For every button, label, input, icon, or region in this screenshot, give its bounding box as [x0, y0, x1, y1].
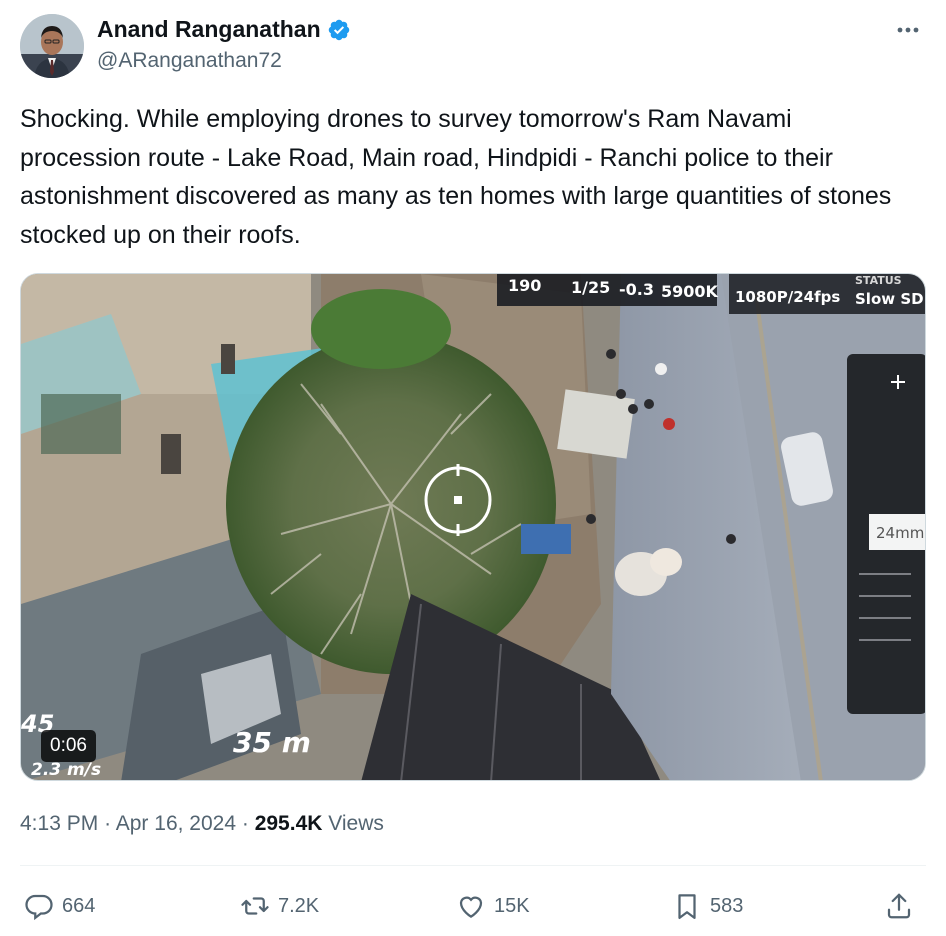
display-name[interactable]: Anand Ranganathan	[97, 16, 321, 43]
hud-status-label: STATUS	[855, 274, 902, 287]
repost-icon	[241, 897, 269, 915]
hud-shutter: 1/25	[571, 278, 611, 297]
share-icon	[887, 893, 911, 919]
meta-separator: ·	[104, 812, 112, 835]
meta-separator: ·	[241, 812, 249, 835]
verified-badge-icon	[328, 19, 349, 40]
repost-button[interactable]: 7.2K	[240, 884, 319, 928]
name-row: Anand Ranganathan	[97, 16, 351, 43]
video-frame	[21, 274, 925, 780]
hud-iso: 190	[508, 276, 542, 295]
hud-ev: -0.3	[619, 280, 654, 299]
divider	[20, 865, 926, 866]
tweet-meta: 4:13 PM · Apr 16, 2024 · 295.4K Views	[20, 812, 384, 836]
bookmark-button[interactable]: 583	[672, 884, 743, 928]
repost-count: 7.2K	[278, 894, 320, 917]
hud-distance: 35 m	[233, 726, 311, 759]
hud-focal-length: 24mm	[876, 524, 925, 542]
user-handle[interactable]: @ARanganathan72	[97, 49, 282, 73]
views-count: 295.4K	[254, 812, 323, 835]
bookmark-count: 583	[710, 894, 744, 917]
hud-resolution: 1080P/24fps	[735, 288, 841, 306]
action-bar: 664 7.2K 15K 583	[20, 884, 926, 928]
reply-button[interactable]: 664	[24, 884, 95, 928]
tweet-text: Shocking. While employing drones to surv…	[20, 105, 892, 249]
share-button[interactable]	[884, 884, 914, 928]
video-duration-badge: 0:06	[41, 730, 96, 762]
views-label: Views	[328, 812, 384, 835]
reply-icon	[25, 894, 53, 921]
like-count: 15K	[494, 894, 530, 917]
like-button[interactable]: 15K	[456, 884, 530, 928]
tweet-date[interactable]: Apr 16, 2024	[116, 812, 236, 835]
tweet-time[interactable]: 4:13 PM	[20, 812, 98, 835]
reply-count: 664	[62, 894, 96, 917]
hud-speed: 2.3 m/s	[31, 760, 102, 780]
heart-icon	[459, 896, 483, 918]
video-player[interactable]: 190 1/25 -0.3 5900K STATUS 1080P/24fps S…	[20, 273, 926, 781]
more-options-icon[interactable]	[894, 16, 922, 44]
hud-white-balance: 5900K	[661, 282, 718, 301]
avatar[interactable]	[20, 14, 84, 78]
hud-mode: Slow SD	[855, 290, 924, 308]
tweet-header: Anand Ranganathan @ARanganathan72	[20, 14, 926, 78]
bookmark-icon	[678, 894, 696, 919]
